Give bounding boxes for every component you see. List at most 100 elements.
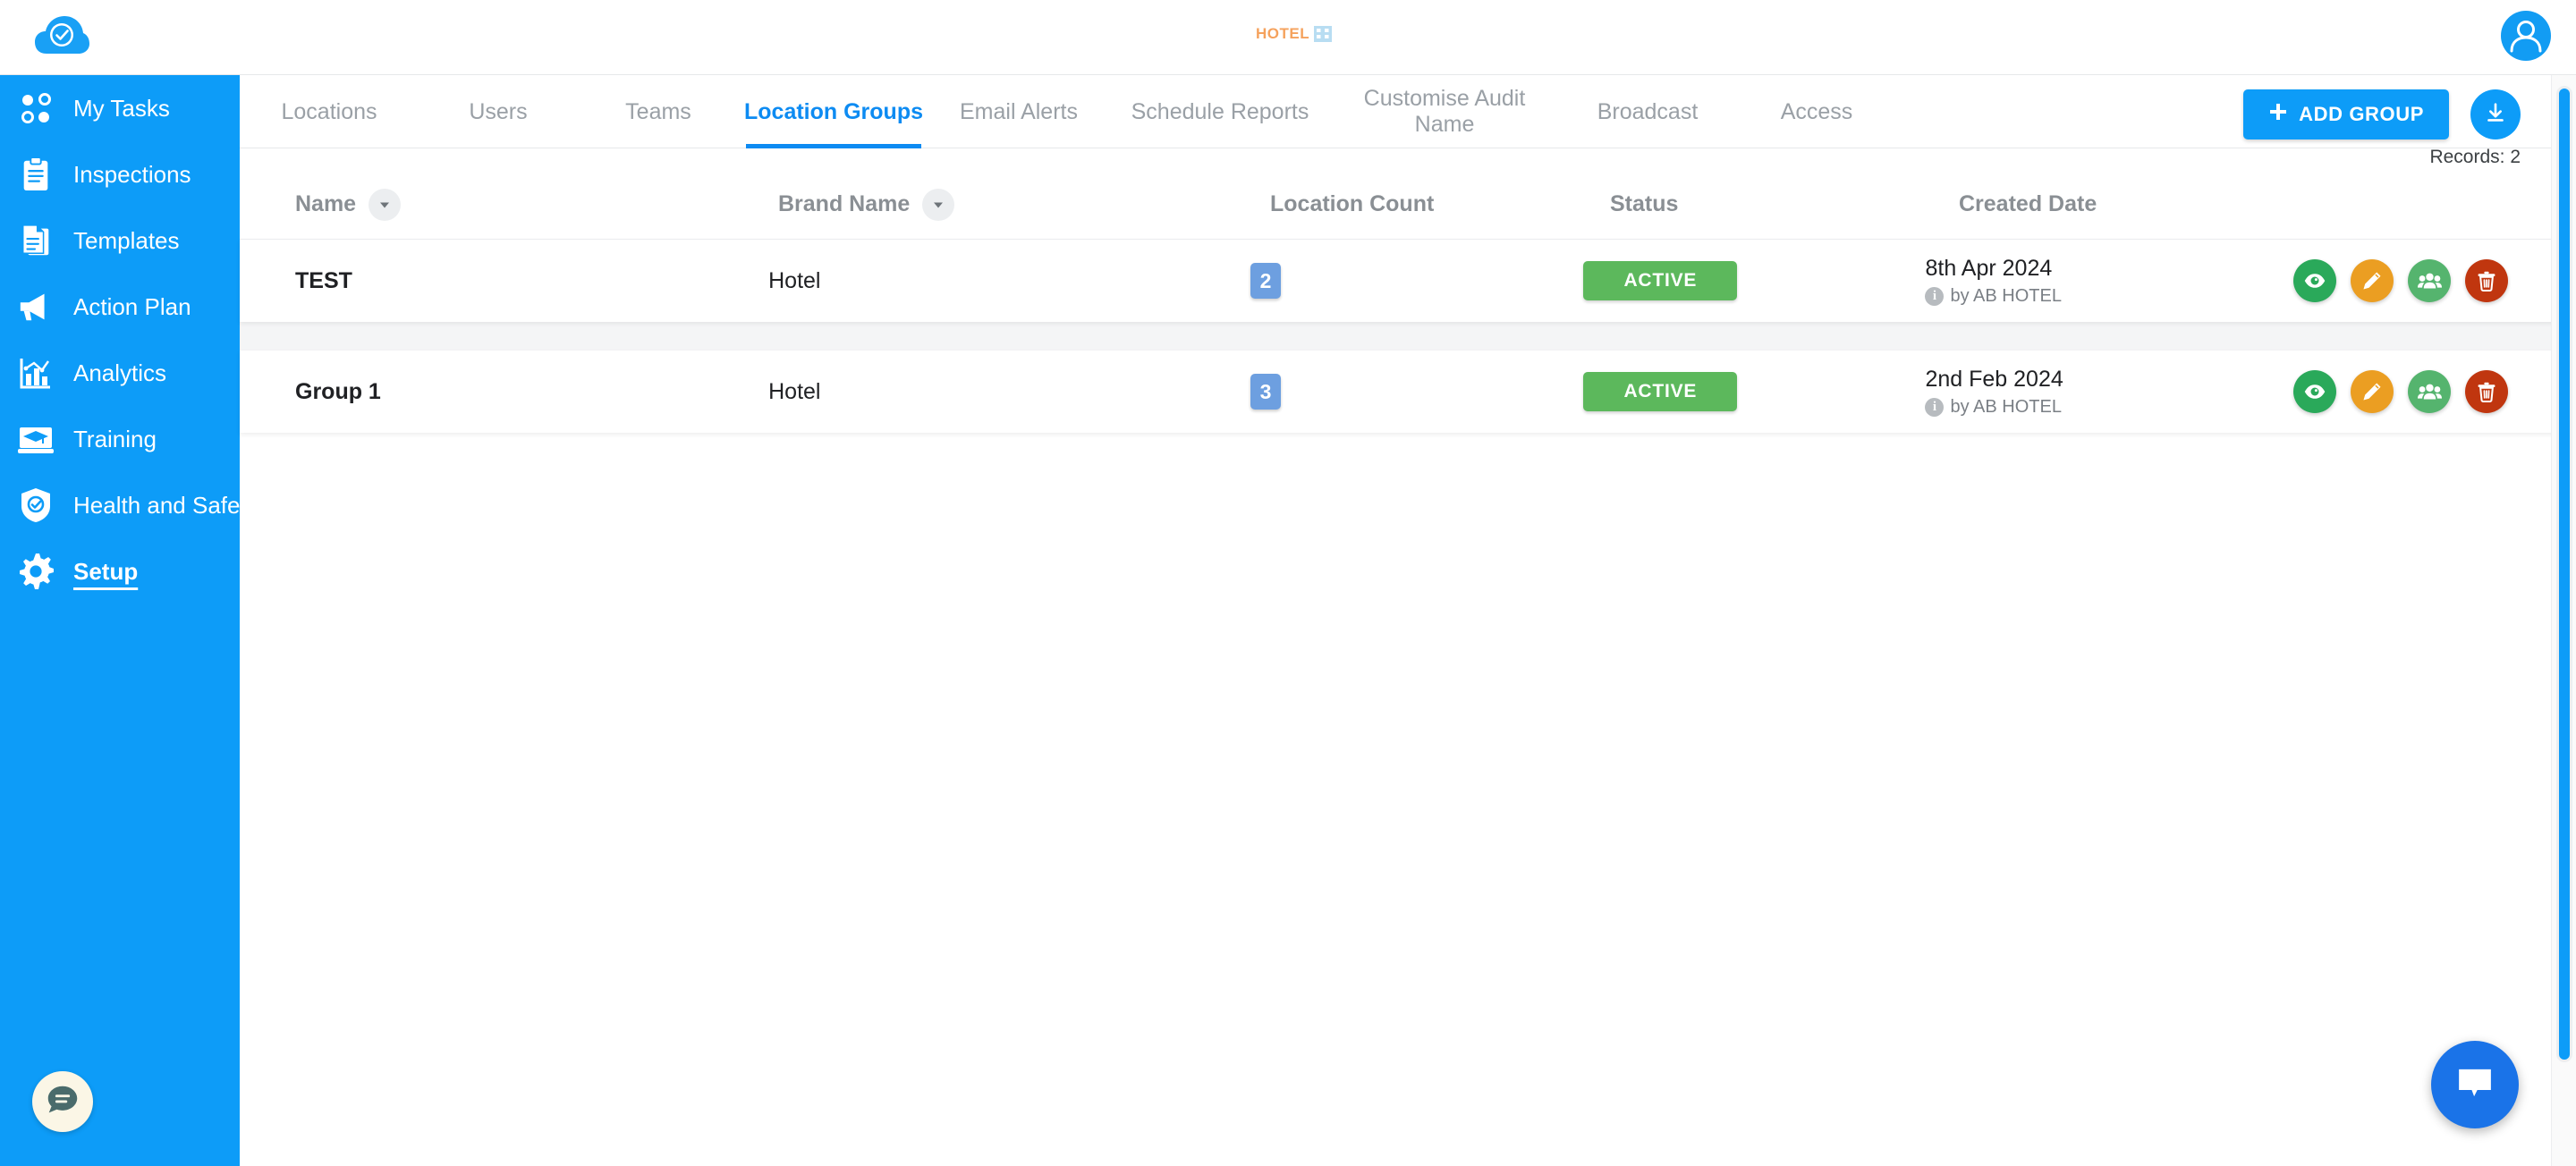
tab-email-alerts[interactable]: Email Alerts <box>932 75 1106 148</box>
sidebar-item-health-and-safety[interactable]: Health and Safety <box>0 472 258 538</box>
tab-label: Users <box>469 98 528 124</box>
delete-button[interactable] <box>2465 259 2508 302</box>
column-label: Brand Name <box>778 191 911 216</box>
created-by-label: by AB HOTEL <box>1950 285 2062 306</box>
table-row[interactable]: TEST Hotel 2 ACTIVE 8th Apr 2024 i by AB… <box>240 240 2576 322</box>
created-date-value: 8th Apr 2024 <box>1925 255 2053 281</box>
view-button[interactable] <box>2293 370 2336 413</box>
download-icon <box>2482 99 2509 131</box>
created-date-value: 2nd Feb 2024 <box>1925 366 2063 392</box>
sidebar-item-label: Analytics <box>73 359 167 386</box>
bar-chart-icon <box>13 354 59 392</box>
location-count-badge[interactable]: 2 <box>1250 263 1282 299</box>
tab-schedule-reports[interactable]: Schedule Reports <box>1109 75 1331 148</box>
cell-created-date: 8th Apr 2024 i by AB HOTEL <box>1925 256 2293 307</box>
records-count: Records: 2 <box>2429 147 2521 167</box>
column-header-created-date: Created Date <box>1959 191 2334 217</box>
tab-label: Schedule Reports <box>1131 98 1309 124</box>
tab-broadcast[interactable]: Broadcast <box>1560 75 1735 148</box>
tab-location-groups[interactable]: Location Groups <box>739 75 928 148</box>
table-row[interactable]: Group 1 Hotel 3 ACTIVE 2nd Feb 2024 i by… <box>240 351 2576 433</box>
clipboard-icon <box>13 156 59 193</box>
tab-label: Broadcast <box>1597 98 1699 124</box>
cell-status: ACTIVE <box>1583 261 1925 300</box>
cell-brand: Hotel <box>768 267 821 293</box>
sidebar-item-label: My Tasks <box>73 94 170 122</box>
building-icon <box>1313 25 1333 43</box>
location-count-badge[interactable]: 3 <box>1250 374 1282 410</box>
column-header-name: Name <box>295 188 778 221</box>
top-bar: HOTEL <box>0 0 2576 75</box>
tab-access[interactable]: Access <box>1741 75 1893 148</box>
cell-location-count: 3 <box>1250 374 1583 410</box>
status-badge: ACTIVE <box>1583 261 1738 300</box>
view-button[interactable] <box>2293 259 2336 302</box>
sidebar-item-label: Templates <box>73 226 180 254</box>
chat-bubble-icon <box>2453 1062 2497 1108</box>
cell-brand: Hotel <box>768 378 821 404</box>
column-label: Created Date <box>1959 191 2097 216</box>
sidebar-item-inspections[interactable]: Inspections <box>0 141 240 207</box>
brand-name-label: HOTEL <box>1256 25 1310 42</box>
graduation-icon <box>13 420 59 458</box>
add-group-label: ADD GROUP <box>2299 103 2424 125</box>
assign-button[interactable] <box>2408 259 2451 302</box>
main-content: Locations Users Teams Location Groups Em… <box>240 75 2576 1166</box>
sidebar-item-label: Action Plan <box>73 292 191 320</box>
info-icon[interactable]: i <box>1925 286 1945 306</box>
sidebar-item-setup[interactable]: Setup <box>0 538 240 604</box>
edit-button[interactable] <box>2351 259 2394 302</box>
tab-teams[interactable]: Teams <box>578 75 739 148</box>
cloud-check-icon[interactable] <box>34 13 89 63</box>
download-button[interactable] <box>2470 89 2521 139</box>
cell-name: TEST <box>295 267 352 293</box>
sidebar-item-training[interactable]: Training <box>0 406 240 472</box>
tab-label: Access <box>1780 98 1853 124</box>
assign-button[interactable] <box>2408 370 2451 413</box>
sidebar: My Tasks Inspections Templates Action Pl… <box>0 75 258 1166</box>
row-action-buttons <box>2293 370 2508 413</box>
column-label: Name <box>295 191 357 216</box>
brand-badge: HOTEL <box>1256 25 1333 43</box>
page-scrollbar-thumb[interactable] <box>2556 86 2572 1062</box>
info-icon[interactable]: i <box>1925 397 1945 417</box>
cell-name: Group 1 <box>295 378 381 404</box>
edit-button[interactable] <box>2351 370 2394 413</box>
delete-button[interactable] <box>2465 370 2508 413</box>
cell-created-date: 2nd Feb 2024 i by AB HOTEL <box>1925 367 2293 418</box>
sidebar-item-templates[interactable]: Templates <box>0 207 240 274</box>
table-header-row: Name Brand Name Location Count Status Cr… <box>240 170 2576 240</box>
sidebar-item-label: Setup <box>73 557 139 585</box>
sort-brand-name-button[interactable] <box>922 188 955 221</box>
tab-label: Email Alerts <box>960 98 1078 124</box>
chat-widget-button[interactable] <box>2431 1041 2519 1128</box>
plus-icon <box>2268 102 2288 127</box>
tab-users[interactable]: Users <box>422 75 574 148</box>
column-header-status: Status <box>1610 191 1959 217</box>
created-by: i by AB HOTEL <box>1925 286 2293 307</box>
add-group-button[interactable]: ADD GROUP <box>2243 89 2449 139</box>
sidebar-item-analytics[interactable]: Analytics <box>0 340 240 406</box>
tab-label: Locations <box>281 98 377 124</box>
cell-actions <box>2293 370 2576 413</box>
column-label: Location Count <box>1270 191 1435 216</box>
sidebar-item-action-plan[interactable]: Action Plan <box>0 274 240 340</box>
table-body: TEST Hotel 2 ACTIVE 8th Apr 2024 i by AB… <box>240 240 2576 433</box>
location-groups-table: Name Brand Name Location Count Status Cr… <box>240 170 2576 433</box>
sidebar-item-label: Health and Safety <box>73 491 258 519</box>
support-chat-button[interactable] <box>32 1071 93 1132</box>
dots-grid-icon <box>13 89 59 127</box>
sort-name-button[interactable] <box>369 188 402 221</box>
user-avatar-icon[interactable] <box>2501 11 2551 61</box>
cell-status: ACTIVE <box>1583 372 1925 411</box>
cell-actions <box>2293 259 2576 302</box>
tab-label: Teams <box>625 98 691 124</box>
created-by-label: by AB HOTEL <box>1950 396 2062 417</box>
megaphone-icon <box>13 288 59 325</box>
tab-customise-audit-name[interactable]: Customise Audit Name <box>1338 75 1551 148</box>
tab-locations[interactable]: Locations <box>240 75 419 148</box>
column-header-location-count: Location Count <box>1270 191 1610 217</box>
chat-bubble-icon <box>44 1081 81 1123</box>
sidebar-item-label: Inspections <box>73 160 191 188</box>
sidebar-item-my-tasks[interactable]: My Tasks <box>0 75 240 141</box>
